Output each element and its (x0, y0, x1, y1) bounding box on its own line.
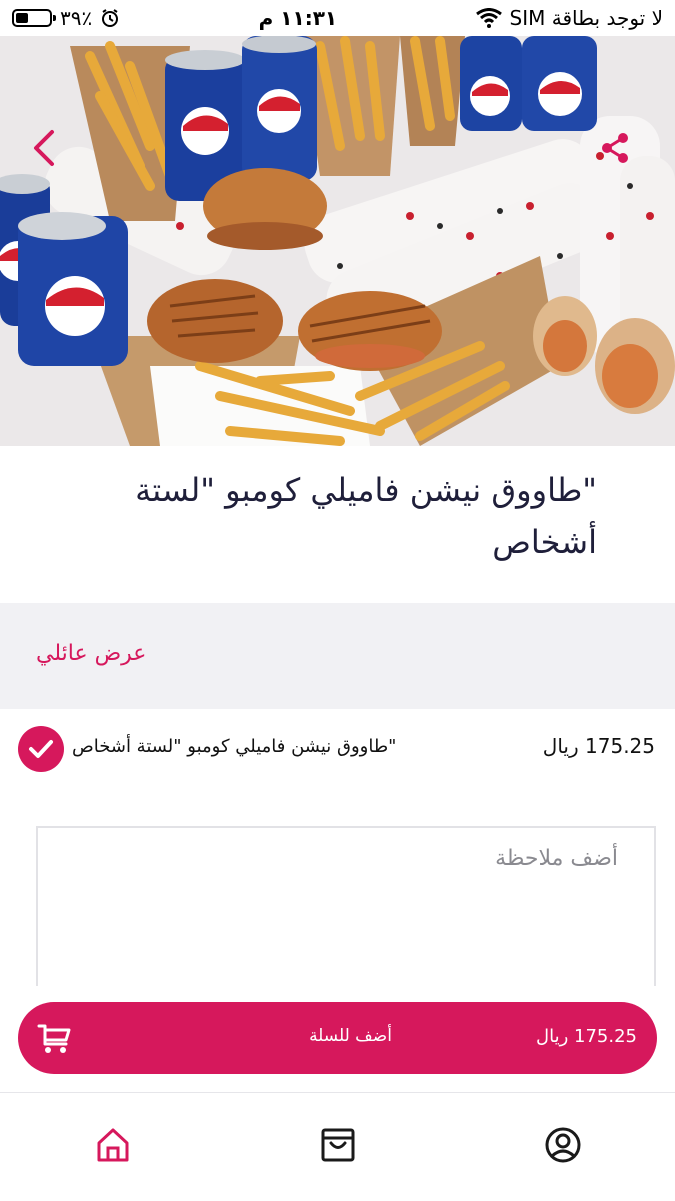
share-button[interactable] (591, 124, 639, 172)
status-time: ١١:٣١ م (258, 6, 338, 30)
bottom-nav (0, 1092, 675, 1201)
alarm-icon (102, 9, 119, 27)
chevron-left-icon (34, 130, 54, 166)
option-price: 175.25 ريال (542, 734, 655, 758)
check-icon (29, 740, 53, 758)
status-bar: ٣٩٪ ١١:٣١ م لا توجد بطاقة SIM (0, 0, 675, 36)
option-label: "طاووق نيشن فاميلي كومبو "لستة أشخاص (72, 736, 397, 757)
nav-home[interactable] (93, 1125, 133, 1165)
shopping-bag-icon (321, 1128, 355, 1162)
option-row[interactable]: "طاووق نيشن فاميلي كومبو "لستة أشخاص 175… (0, 722, 675, 778)
wifi-icon (475, 8, 502, 28)
status-right: لا توجد بطاقة SIM (475, 6, 663, 30)
battery-percent: ٣٩٪ (60, 6, 93, 30)
section-header: عرض عائلي (0, 603, 675, 709)
product-title-section: "طاووق نيشن فاميلي كومبو "لستة أشخاص (0, 446, 675, 604)
hero-image (0, 36, 675, 446)
battery-icon (12, 9, 56, 27)
status-left: ٣٩٪ (12, 6, 120, 30)
note-input[interactable] (38, 828, 654, 986)
selected-checkbox[interactable] (18, 726, 64, 772)
add-to-cart-button[interactable]: أضف للسلة 175.25 ريال (18, 1002, 657, 1074)
section-label: عرض عائلي (36, 641, 147, 666)
home-icon (97, 1128, 129, 1162)
combo-meal-photo (0, 36, 675, 446)
cart-price: 175.25 ريال (536, 1026, 637, 1047)
product-title: "طاووق نيشن فاميلي كومبو "لستة أشخاص (135, 471, 597, 561)
battery-level (16, 13, 29, 23)
nav-orders[interactable] (318, 1125, 358, 1165)
share-icon (602, 133, 628, 163)
nav-profile[interactable] (543, 1125, 583, 1165)
carrier-label: لا توجد بطاقة SIM (509, 6, 663, 30)
note-field (36, 826, 656, 986)
back-button[interactable] (20, 124, 68, 172)
user-icon (545, 1127, 581, 1163)
